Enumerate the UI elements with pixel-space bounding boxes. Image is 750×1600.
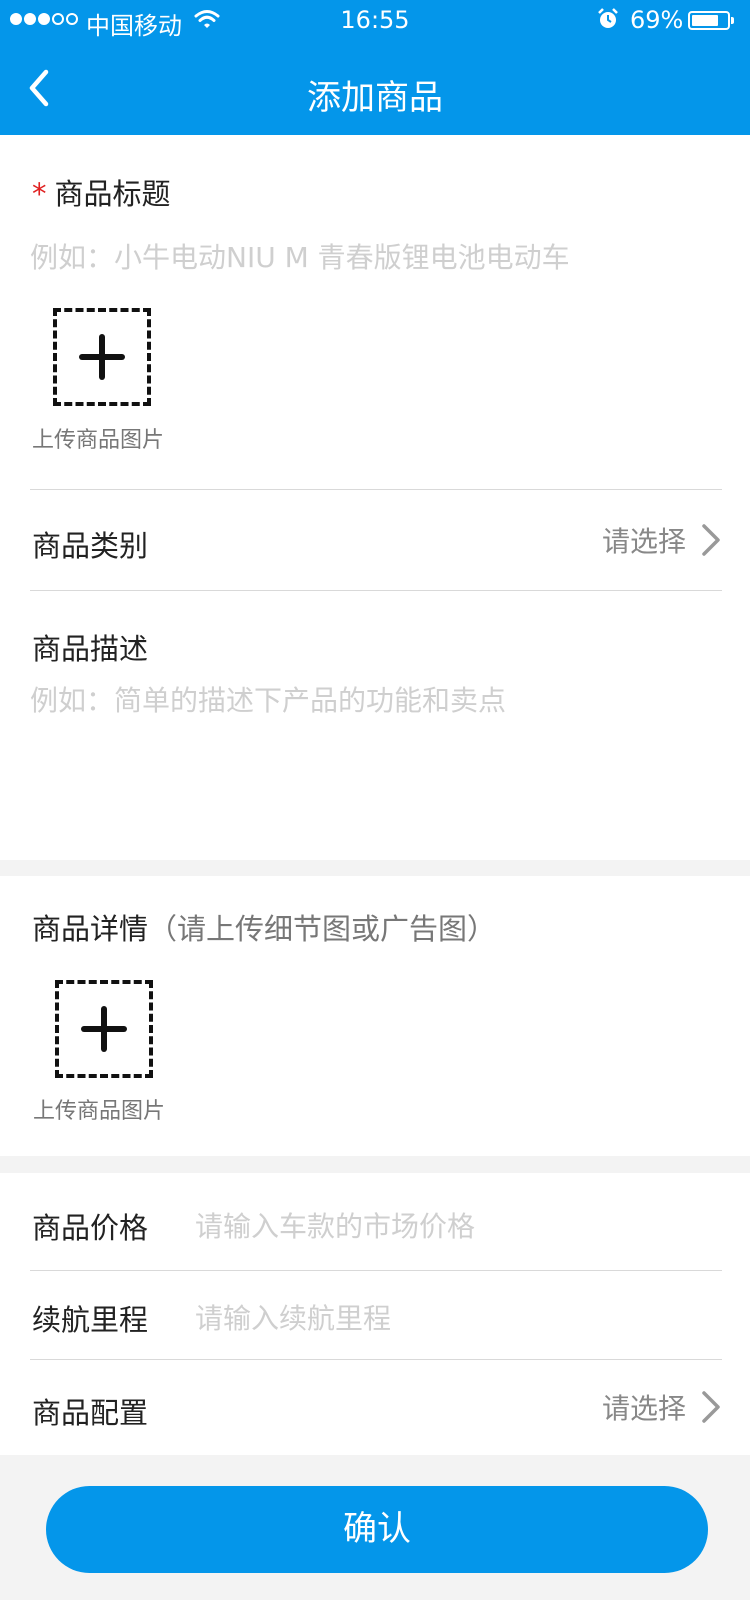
config-select[interactable]: 请选择 [602, 1387, 722, 1427]
range-label: 续航里程 [32, 1303, 149, 1337]
confirm-button[interactable]: 确认 [46, 1486, 708, 1573]
upload-image-button[interactable] [53, 308, 151, 406]
required-mark: * [32, 177, 47, 211]
battery-icon [688, 11, 734, 30]
range-input[interactable]: 请输入续航里程 [195, 1297, 391, 1337]
details-card: 商品详情（请上传细节图或广告图） 上传商品图片 [0, 876, 750, 1156]
category-select[interactable]: 请选择 [602, 520, 722, 560]
page-title: 添加商品 [307, 78, 443, 118]
description-label: 商品描述 [32, 632, 149, 666]
upload-caption: 上传商品图片 [32, 428, 165, 453]
price-input[interactable]: 请输入车款的市场价格 [195, 1205, 475, 1245]
specs-card: 商品价格 请输入车款的市场价格 续航里程 请输入续航里程 商品配置 请选择 [0, 1173, 750, 1455]
basic-info-card: * 商品标题 例如：小牛电动NIU M 青春版锂电池电动车 上传商品图片 商品类别… [0, 135, 750, 860]
divider [30, 489, 722, 490]
chevron-right-icon [702, 524, 720, 556]
description-input[interactable]: 例如：简单的描述下产品的功能和卖点 [30, 679, 506, 719]
battery-percent: 69% [630, 6, 684, 34]
divider [30, 1270, 722, 1271]
chevron-right-icon [702, 1391, 720, 1423]
config-label: 商品配置 [32, 1396, 149, 1430]
divider [30, 1359, 722, 1360]
divider [30, 590, 722, 591]
upload-caption: 上传商品图片 [33, 1099, 166, 1124]
price-label: 商品价格 [32, 1211, 149, 1245]
category-label: 商品类别 [32, 529, 149, 563]
upload-detail-image-button[interactable] [55, 980, 153, 1078]
alarm-icon [598, 8, 618, 28]
title-input[interactable]: 例如：小牛电动NIU M 青春版锂电池电动车 [30, 236, 570, 276]
top-bar: 中国移动 16:55 69% 添加商品 [0, 0, 750, 135]
title-label: * 商品标题 [32, 177, 171, 211]
details-label: 商品详情（请上传细节图或广告图） [32, 912, 497, 946]
status-bar: 中国移动 16:55 69% [0, 0, 750, 40]
